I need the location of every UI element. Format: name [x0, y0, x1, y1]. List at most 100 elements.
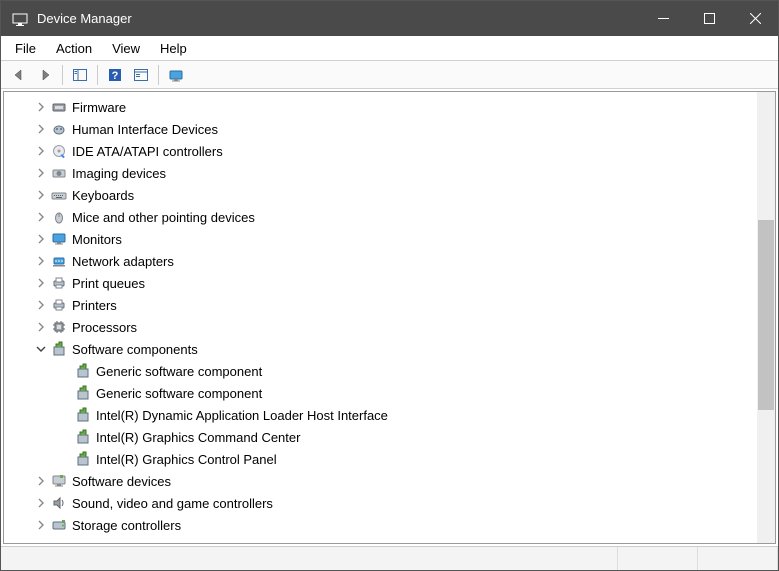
ide-icon	[50, 142, 68, 160]
status-bar	[1, 546, 778, 570]
tree-item-label: Generic software component	[96, 364, 262, 379]
title-bar: Device Manager	[1, 1, 778, 36]
software-icon	[74, 450, 92, 468]
tree-container: Firmware Human Interface Devices IDE ATA/A…	[3, 91, 776, 544]
tree-category[interactable]: Printers	[4, 294, 757, 316]
tree-category[interactable]: Storage controllers	[4, 514, 757, 536]
chevron-right-icon[interactable]	[34, 276, 48, 290]
software-icon	[74, 384, 92, 402]
chevron-right-icon[interactable]	[34, 474, 48, 488]
tree-device[interactable]: Generic software component	[4, 360, 757, 382]
status-cell	[1, 547, 618, 570]
scan-hardware-button[interactable]	[164, 64, 188, 86]
tree-category[interactable]: Mice and other pointing devices	[4, 206, 757, 228]
chevron-right-icon[interactable]	[34, 496, 48, 510]
chevron-right-icon[interactable]	[34, 122, 48, 136]
chevron-right-icon[interactable]	[34, 210, 48, 224]
tree-category[interactable]: Human Interface Devices	[4, 118, 757, 140]
toolbar: ?	[1, 61, 778, 89]
tree-category[interactable]: Keyboards	[4, 184, 757, 206]
software-icon	[50, 340, 68, 358]
tree-category[interactable]: Print queues	[4, 272, 757, 294]
chevron-right-icon[interactable]	[34, 254, 48, 268]
printqueue-icon	[50, 274, 68, 292]
tree-item-label: Sound, video and game controllers	[72, 496, 273, 511]
tree-item-label: Intel(R) Graphics Control Panel	[96, 452, 277, 467]
properties-button[interactable]	[129, 64, 153, 86]
tree-device[interactable]: Generic software component	[4, 382, 757, 404]
tree-item-label: Software devices	[72, 474, 171, 489]
tree-category[interactable]: IDE ATA/ATAPI controllers	[4, 140, 757, 162]
forward-button[interactable]	[33, 64, 57, 86]
tree-category[interactable]: Monitors	[4, 228, 757, 250]
tree-item-label: Human Interface Devices	[72, 122, 218, 137]
show-hide-console-tree-button[interactable]	[68, 64, 92, 86]
tree-item-label: Generic software component	[96, 386, 262, 401]
storage-icon	[50, 516, 68, 534]
menu-file[interactable]: File	[5, 38, 46, 59]
chevron-right-icon[interactable]	[34, 166, 48, 180]
software-icon	[74, 362, 92, 380]
tree-item-label: Keyboards	[72, 188, 134, 203]
tree-category[interactable]: Imaging devices	[4, 162, 757, 184]
tree-device[interactable]: Intel(R) Graphics Control Panel	[4, 448, 757, 470]
mouse-icon	[50, 208, 68, 226]
scrollbar-thumb[interactable]	[758, 220, 774, 410]
device-manager-icon	[11, 10, 29, 28]
software-icon	[74, 428, 92, 446]
menu-action[interactable]: Action	[46, 38, 102, 59]
network-icon	[50, 252, 68, 270]
minimize-button[interactable]	[640, 1, 686, 36]
tree-category[interactable]: Software components	[4, 338, 757, 360]
tree-device[interactable]: Intel(R) Dynamic Application Loader Host…	[4, 404, 757, 426]
tree-item-label: Printers	[72, 298, 117, 313]
status-cell	[618, 547, 698, 570]
imaging-icon	[50, 164, 68, 182]
tree-category[interactable]: Software devices	[4, 470, 757, 492]
tree-item-label: Intel(R) Dynamic Application Loader Host…	[96, 408, 388, 423]
tree-category[interactable]: Firmware	[4, 96, 757, 118]
printer-icon	[50, 296, 68, 314]
toolbar-separator	[97, 65, 98, 85]
sound-icon	[50, 494, 68, 512]
chevron-right-icon[interactable]	[34, 518, 48, 532]
vertical-scrollbar[interactable]	[757, 92, 775, 543]
tree-item-label: Print queues	[72, 276, 145, 291]
chevron-right-icon[interactable]	[34, 100, 48, 114]
menu-help[interactable]: Help	[150, 38, 197, 59]
tree-category[interactable]: Sound, video and game controllers	[4, 492, 757, 514]
close-button[interactable]	[732, 1, 778, 36]
chevron-right-icon[interactable]	[34, 144, 48, 158]
tree-device[interactable]: Intel(R) Graphics Command Center	[4, 426, 757, 448]
chevron-down-icon[interactable]	[34, 342, 48, 356]
device-tree[interactable]: Firmware Human Interface Devices IDE ATA/A…	[4, 92, 757, 543]
chevron-right-icon[interactable]	[34, 320, 48, 334]
window-title: Device Manager	[37, 11, 132, 26]
tree-category[interactable]: Network adapters	[4, 250, 757, 272]
help-button[interactable]: ?	[103, 64, 127, 86]
toolbar-separator	[158, 65, 159, 85]
tree-item-label: Intel(R) Graphics Command Center	[96, 430, 300, 445]
software-icon	[74, 406, 92, 424]
tree-category[interactable]: Processors	[4, 316, 757, 338]
keyboard-icon	[50, 186, 68, 204]
status-cell	[698, 547, 778, 570]
softwaredev-icon	[50, 472, 68, 490]
back-button[interactable]	[7, 64, 31, 86]
maximize-button[interactable]	[686, 1, 732, 36]
firmware-icon	[50, 98, 68, 116]
tree-item-label: Firmware	[72, 100, 126, 115]
hid-icon	[50, 120, 68, 138]
tree-item-label: Imaging devices	[72, 166, 166, 181]
chevron-right-icon[interactable]	[34, 232, 48, 246]
tree-item-label: Monitors	[72, 232, 122, 247]
monitor-icon	[50, 230, 68, 248]
svg-text:?: ?	[112, 70, 119, 82]
chevron-right-icon[interactable]	[34, 188, 48, 202]
tree-item-label: Processors	[72, 320, 137, 335]
chevron-right-icon[interactable]	[34, 298, 48, 312]
menu-view[interactable]: View	[102, 38, 150, 59]
tree-item-label: IDE ATA/ATAPI controllers	[72, 144, 223, 159]
cpu-icon	[50, 318, 68, 336]
toolbar-separator	[62, 65, 63, 85]
